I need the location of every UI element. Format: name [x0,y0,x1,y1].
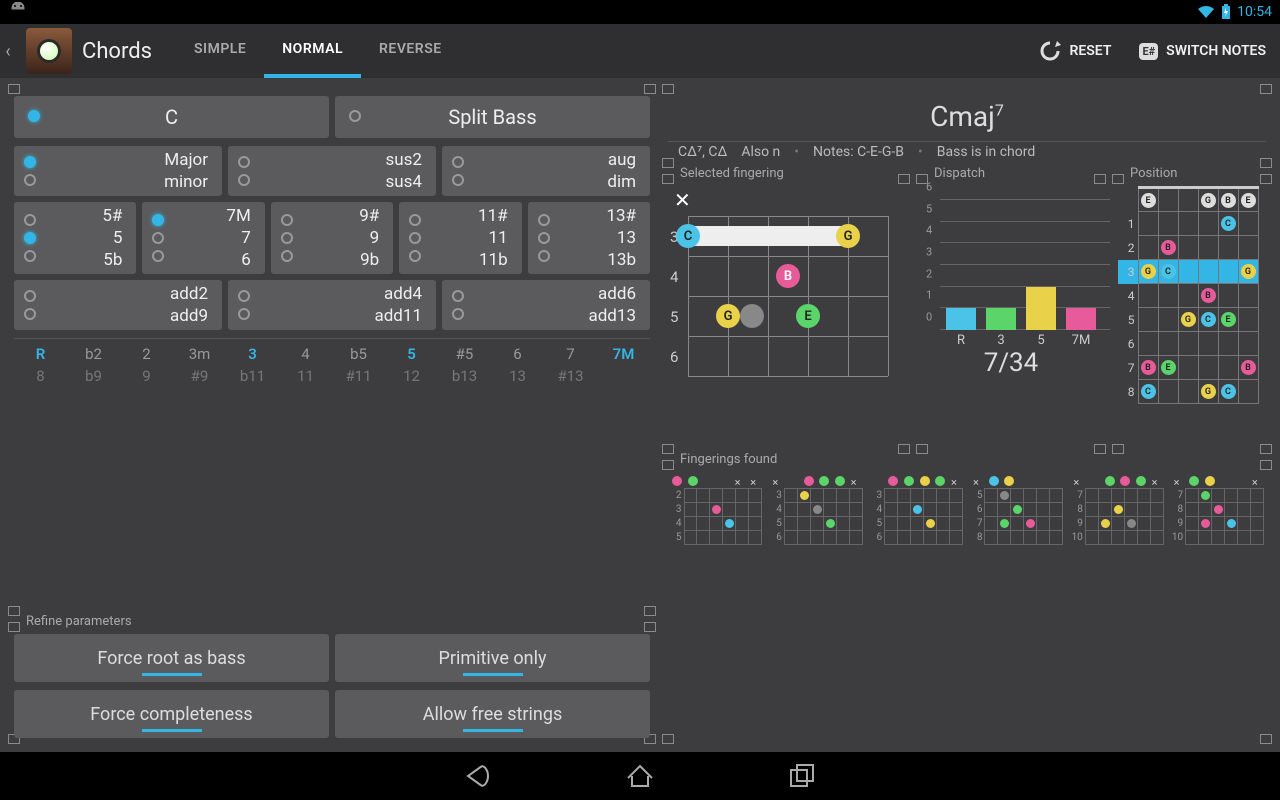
fingering-thumb[interactable]: ××2345 [670,476,762,545]
degree-#5[interactable]: #5b13 [438,343,491,387]
ext-9[interactable]: 9#99b [271,202,393,274]
dispatch-frame: Dispatch 0123456R357M 7/34 [916,174,1106,454]
screen-title: Chords [82,39,152,64]
note-name-icon: E# [1139,43,1158,60]
fingerings-found-frame: Fingerings found ××2345××3456×3456×5678×… [662,460,1272,744]
status-left [8,2,28,22]
allow-free-strings[interactable]: Allow free strings [335,690,650,738]
android-nav-bar [0,752,1280,800]
tab-reverse[interactable]: REVERSE [361,24,460,78]
mode-tabs: SIMPLE NORMAL REVERSE [176,24,460,78]
degree-R[interactable]: R8 [14,343,67,387]
add-2-9[interactable]: add2add9 [14,280,222,330]
radio-on-icon [28,110,40,122]
quality-major-minor[interactable]: Majorminor [14,146,222,196]
force-completeness[interactable]: Force completeness [14,690,329,738]
app-bar: ‹ Chords SIMPLE NORMAL REVERSE RESET E# … [0,24,1280,78]
root-note-selector[interactable]: C [14,96,329,138]
refine-legend: Refine parameters [22,614,136,629]
degree-6[interactable]: 613 [491,343,544,387]
ext-5[interactable]: 5#55b [14,202,136,274]
degree-5[interactable]: 512 [385,343,438,387]
degree-b5[interactable]: b5#11 [332,343,385,387]
chord-builder-frame: C Split Bass Majorminor sus2sus4 [8,84,656,616]
fingering-thumb[interactable]: ×3456 [871,476,963,545]
chord-name: Cmaj7 [668,96,1266,141]
clock: 10:54 [1237,4,1272,20]
degree-strip: R8b2b9293m#93b11411b5#11512#5b136137#137… [14,338,650,387]
tab-simple[interactable]: SIMPLE [176,24,264,78]
position-frame: Position EGBE1C2B3GCG4B5GCE67BEB8CGC [1112,174,1272,454]
close-icon[interactable]: ✕ [668,186,904,214]
add-4-11[interactable]: add4add11 [228,280,436,330]
quality-aug-dim[interactable]: augdim [442,146,650,196]
result-header-frame: Cmaj7 CΔ⁷, CΔ Also n• Notes: C-E-G-B• Ba… [662,84,1272,168]
split-bass-selector[interactable]: Split Bass [335,96,650,138]
wifi-icon [1197,5,1215,19]
reset-icon [1039,40,1061,62]
battery-icon [1221,4,1231,20]
dispatch-chart: 0123456R357M [940,190,1110,330]
chord-info-row: CΔ⁷, CΔ Also n• Notes: C-E-G-B• Bass is … [668,141,1266,162]
degree-3m[interactable]: 3m#9 [173,343,226,387]
nav-home-icon[interactable] [624,760,656,792]
fingerings-list[interactable]: ××2345××3456×3456×5678××78910××78910 [668,472,1266,549]
fingering-thumb[interactable]: ×5678 [971,476,1063,545]
app-icon[interactable] [26,28,72,74]
position-neck[interactable]: EGBE1C2B3GCG4B5GCE67BEB8CGC [1118,186,1266,404]
degree-7[interactable]: 7#13 [544,343,597,387]
fingering-thumb[interactable]: ××78910 [1071,476,1163,545]
android-status-bar: 10:54 [0,0,1280,24]
back-button[interactable]: ‹ [0,41,16,62]
ext-13[interactable]: 13#1313b [528,202,650,274]
reset-button[interactable]: RESET [1025,40,1125,62]
force-root-bass[interactable]: Force root as bass [14,634,329,682]
fingering-thumb[interactable]: ××3456 [770,476,862,545]
degree-7M[interactable]: 7M [597,343,650,387]
ext-11[interactable]: 11#1111b [399,202,521,274]
switch-notes-button[interactable]: E# SWITCH NOTES [1125,43,1280,60]
nav-back-icon[interactable] [462,760,494,792]
radio-off-icon [349,110,361,122]
nav-recent-icon[interactable] [786,760,818,792]
degree-4[interactable]: 411 [279,343,332,387]
selected-fretboard[interactable]: 3456CGBGE [688,216,900,376]
quality-sus[interactable]: sus2sus4 [228,146,436,196]
degree-b2[interactable]: b2b9 [67,343,120,387]
selected-fingering-frame: Selected fingering ✕ 3456CGBGE [662,174,910,454]
tab-normal[interactable]: NORMAL [264,24,361,78]
refine-frame: Refine parameters Force root as bass Pri… [8,622,656,744]
primitive-only[interactable]: Primitive only [335,634,650,682]
ext-7[interactable]: 7M76 [142,202,264,274]
degree-2[interactable]: 29 [120,343,173,387]
degree-3[interactable]: 3b11 [226,343,279,387]
add-6-13[interactable]: add6add13 [442,280,650,330]
fingering-thumb[interactable]: ××78910 [1172,476,1264,545]
bugdroid-icon [8,2,28,18]
